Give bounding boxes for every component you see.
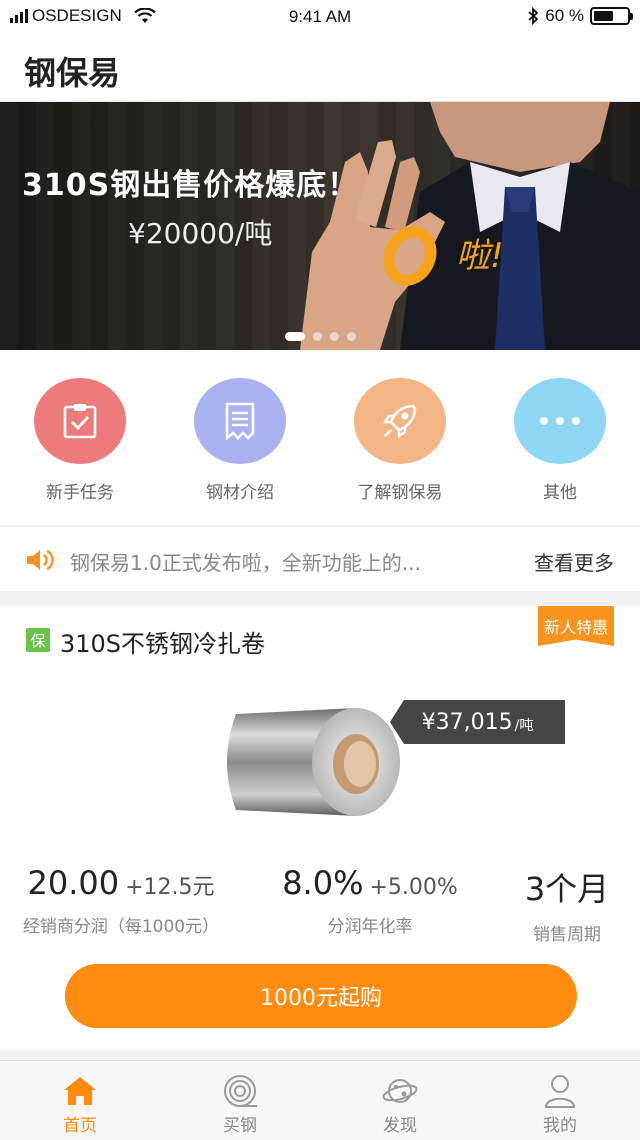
tab-label: 发现 — [383, 1116, 417, 1136]
product-card[interactable]: 保 310S不锈钢冷扎卷 新人特惠 ¥37,015 /吨 20.00 +12.5… — [0, 606, 640, 1050]
stat-label: 分润年化率 — [327, 917, 413, 937]
clipboard-check-icon — [63, 404, 97, 439]
nav-circle — [514, 378, 606, 464]
ok-circle-graphic — [383, 226, 437, 286]
nav-item-about[interactable]: 了解钢保易 — [320, 378, 480, 503]
carousel-dot[interactable] — [329, 332, 339, 341]
notice-text[interactable]: 钢保易1.0正式发布啦，全新功能上的... — [70, 547, 421, 576]
status-right: 60 % — [527, 6, 633, 26]
tab-buy-steel[interactable]: 买钢 — [160, 1073, 320, 1136]
battery-icon — [590, 7, 633, 25]
more-dots-icon — [540, 417, 580, 425]
notice-bar[interactable]: 钢保易1.0正式发布啦，全新功能上的... 查看更多 — [0, 527, 640, 591]
app-header: 钢保易 — [0, 34, 640, 102]
tab-home[interactable]: 首页 — [0, 1073, 160, 1136]
promo-tag: 新人特惠 — [537, 606, 614, 646]
document-list-icon — [225, 402, 255, 441]
rocket-icon — [382, 404, 417, 439]
steel-coil-image — [227, 708, 400, 816]
banner-exclaim: 啦! — [456, 236, 504, 276]
battery-level — [594, 11, 614, 21]
nav-item-newbie-tasks[interactable]: 新手任务 — [0, 378, 160, 503]
carousel-dot[interactable] — [312, 332, 322, 341]
price-unit: /吨 — [514, 718, 534, 734]
carousel-dots[interactable] — [0, 332, 640, 341]
view-more-link[interactable]: 查看更多 — [534, 547, 614, 576]
nav-circle — [34, 378, 126, 464]
tab-bar: 首页 买钢 发现 我的 — [0, 1060, 640, 1140]
stat-label: 销售周期 — [533, 925, 601, 945]
bluetooth-icon — [528, 7, 539, 25]
product-price: ¥37,015 — [421, 709, 513, 735]
carousel-dot[interactable] — [346, 332, 356, 341]
stat-annual-rate: 8.0% +5.00% 分润年化率 — [262, 864, 478, 937]
stat-dealer-profit: 20.00 +12.5元 经销商分润（每1000元） — [14, 864, 228, 937]
stat-value: 3个月 — [524, 870, 610, 908]
coil-icon — [224, 1075, 257, 1107]
tab-label: 首页 — [63, 1116, 97, 1136]
stat-label: 经销商分润（每1000元） — [22, 917, 220, 937]
stat-value: 20.00 — [27, 864, 120, 902]
tab-label: 我的 — [543, 1116, 577, 1136]
buy-button[interactable]: 1000元起购 — [65, 964, 577, 1028]
carousel-dot[interactable] — [284, 332, 305, 341]
stat-value: 8.0% — [282, 864, 364, 902]
planet-icon — [382, 1079, 418, 1103]
tab-mine[interactable]: 我的 — [480, 1073, 640, 1136]
stat-extra: +12.5元 — [125, 875, 215, 900]
nav-circle — [354, 378, 446, 464]
price-tag: ¥37,015 /吨 — [390, 700, 565, 744]
home-icon — [64, 1077, 96, 1105]
nav-circle — [194, 378, 286, 464]
user-icon — [544, 1075, 576, 1108]
nav-label: 钢材介绍 — [206, 483, 274, 503]
quick-nav: 新手任务 钢材介绍 了解钢保易 其他 — [0, 350, 640, 526]
banner-price: ¥20000/吨 — [128, 217, 273, 250]
guarantee-badge: 保 — [26, 628, 50, 652]
nav-label: 新手任务 — [46, 483, 114, 503]
nav-label: 其他 — [543, 483, 577, 503]
speaker-icon — [27, 549, 54, 571]
tab-label: 买钢 — [223, 1116, 257, 1136]
banner-person-image — [300, 102, 640, 350]
promo-banner[interactable]: 310S钢出售价格爆底！ ¥20000/吨 啦! — [0, 102, 640, 350]
battery-percent: 60 % — [545, 6, 584, 25]
stat-extra: +5.00% — [369, 875, 458, 900]
product-name: 310S不锈钢冷扎卷 — [60, 630, 266, 658]
app-title: 钢保易 — [24, 54, 121, 92]
nav-label: 了解钢保易 — [357, 483, 443, 503]
status-bar: OSDESIGN 9:41 AM 60 % — [0, 0, 640, 34]
banner-title: 310S钢出售价格爆底！ — [22, 168, 359, 203]
tab-discover[interactable]: 发现 — [320, 1073, 480, 1136]
nav-item-steel-intro[interactable]: 钢材介绍 — [160, 378, 320, 503]
nav-item-other[interactable]: 其他 — [480, 378, 640, 503]
stat-sales-period: 3个月 销售周期 — [502, 864, 632, 945]
